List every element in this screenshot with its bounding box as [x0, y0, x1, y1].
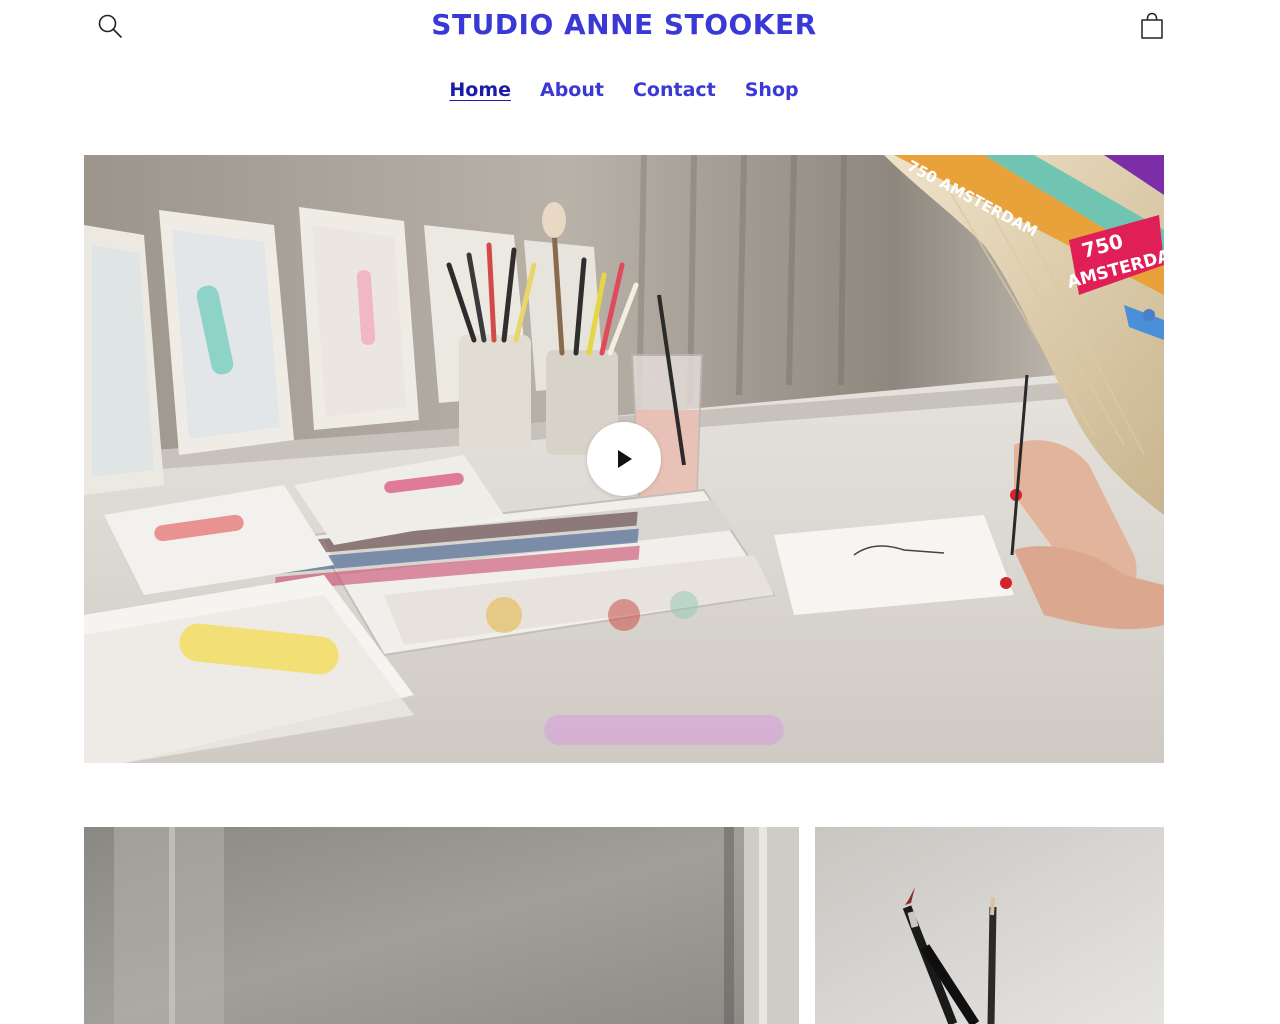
- site-title[interactable]: STUDIO ANNE STOOKER: [0, 5, 1248, 45]
- nav-item-contact[interactable]: Contact: [633, 75, 716, 105]
- nav-item-shop[interactable]: Shop: [745, 75, 799, 105]
- cart-bag-icon: [1141, 12, 1163, 39]
- studio-room-scene: [84, 827, 799, 1024]
- cart-button[interactable]: [1132, 6, 1172, 46]
- play-icon: [618, 450, 632, 468]
- hero-video[interactable]: 750 AMSTERDAM 750 AMSTERDAM: [84, 155, 1164, 763]
- site-header: STUDIO ANNE STOOKER Home About Contact S…: [0, 0, 1280, 130]
- paintbrushes-scene: [815, 827, 1164, 1024]
- play-button[interactable]: [587, 422, 661, 496]
- nav-item-home[interactable]: Home: [449, 75, 511, 105]
- paintbrushes-image[interactable]: [815, 827, 1164, 1024]
- nav-item-about[interactable]: About: [540, 75, 604, 105]
- studio-room-image[interactable]: [84, 827, 799, 1024]
- main-nav: Home About Contact Shop: [0, 75, 1248, 105]
